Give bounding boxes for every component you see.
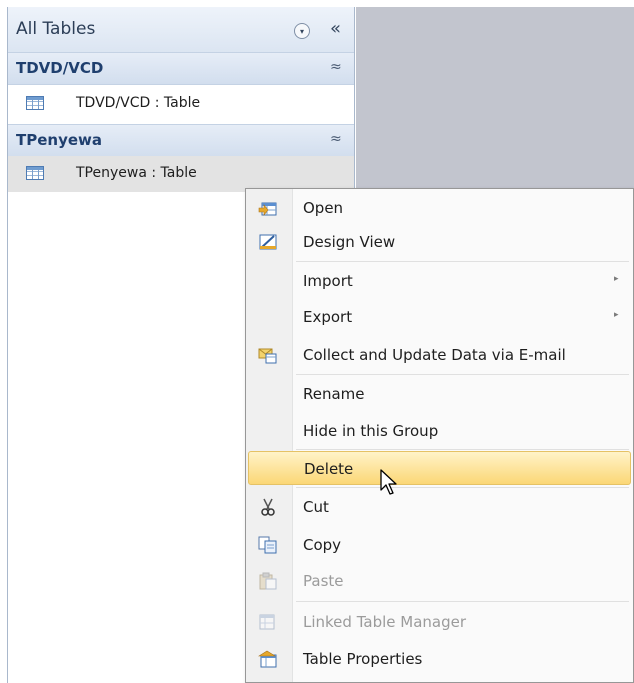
menu-item-design-view[interactable]: Design View [248, 225, 631, 259]
chevron-down-icon[interactable]: ▾ [294, 23, 310, 39]
menu-item-label: Open [303, 199, 344, 217]
menu-item-label: Copy [303, 536, 342, 554]
submenu-arrow-icon: ▸ [614, 310, 619, 320]
table-icon [26, 166, 44, 180]
table-properties-icon [258, 650, 277, 668]
collapse-pane-icon[interactable]: « [330, 18, 341, 39]
menu-item-label: Rename [303, 385, 365, 403]
menu-item-rename[interactable]: Rename [248, 377, 631, 411]
submenu-arrow-icon: ▸ [614, 274, 619, 284]
menu-item-label: Export [303, 308, 353, 326]
menu-item-label: Delete [304, 460, 354, 478]
chevron-up-icon[interactable]: ≈ [330, 131, 342, 147]
menu-item-paste[interactable]: Paste [248, 564, 631, 598]
group-header-tdvd-vcd[interactable]: TDVD/VCD ≈ [8, 52, 354, 85]
menu-item-label: Cut [303, 498, 329, 516]
mouse-pointer-icon [380, 469, 397, 495]
menu-item-label: Paste [303, 572, 344, 590]
nav-item-tpenyewa-table[interactable]: TPenyewa : Table [8, 156, 354, 192]
design-view-icon [259, 234, 277, 250]
menu-item-copy[interactable]: Copy [248, 528, 631, 562]
menu-item-label: Design View [303, 233, 396, 251]
chevron-up-icon[interactable]: ≈ [330, 59, 342, 75]
menu-separator [296, 449, 629, 450]
menu-item-label: Import [303, 272, 353, 290]
table-icon [26, 96, 44, 110]
group-header-tpenyewa[interactable]: TPenyewa ≈ [8, 124, 354, 157]
nav-item-label: TDVD/VCD : Table [76, 95, 201, 111]
nav-item-label: TPenyewa : Table [76, 165, 197, 181]
scissors-icon [261, 498, 275, 516]
menu-item-table-properties[interactable]: Table Properties [248, 642, 631, 676]
menu-item-hide-in-group[interactable]: Hide in this Group [248, 414, 631, 448]
group-title: TPenyewa [16, 131, 103, 149]
menu-separator [296, 374, 629, 375]
menu-item-label: Hide in this Group [303, 422, 439, 440]
context-menu: Open Design View Import ▸ Export ▸ Colle… [245, 188, 634, 683]
menu-item-label: Table Properties [303, 650, 423, 668]
menu-item-delete[interactable]: Delete [248, 451, 631, 485]
menu-separator [296, 601, 629, 602]
menu-item-cut[interactable]: Cut [248, 490, 631, 524]
nav-pane-title[interactable]: All Tables [16, 19, 95, 39]
email-collect-icon [258, 348, 277, 364]
open-table-icon [258, 202, 277, 216]
menu-item-collect-update-email[interactable]: Collect and Update Data via E-mail [248, 338, 631, 372]
paste-icon [259, 572, 277, 590]
menu-separator [296, 261, 629, 262]
menu-item-linked-table-manager[interactable]: Linked Table Manager [248, 605, 631, 639]
copy-icon [258, 536, 277, 554]
nav-item-tdvd-vcd-table[interactable]: TDVD/VCD : Table [8, 86, 354, 122]
menu-item-export[interactable]: Export ▸ [248, 300, 631, 334]
menu-separator [296, 487, 629, 488]
nav-pane-header[interactable]: All Tables ▾ « [8, 7, 354, 54]
menu-item-label: Linked Table Manager [303, 613, 467, 631]
linked-table-manager-icon [259, 614, 275, 630]
menu-item-import[interactable]: Import ▸ [248, 264, 631, 298]
menu-item-open[interactable]: Open [248, 191, 631, 225]
group-title: TDVD/VCD [16, 59, 104, 77]
workspace-background [356, 7, 634, 188]
menu-item-label: Collect and Update Data via E-mail [303, 346, 566, 364]
